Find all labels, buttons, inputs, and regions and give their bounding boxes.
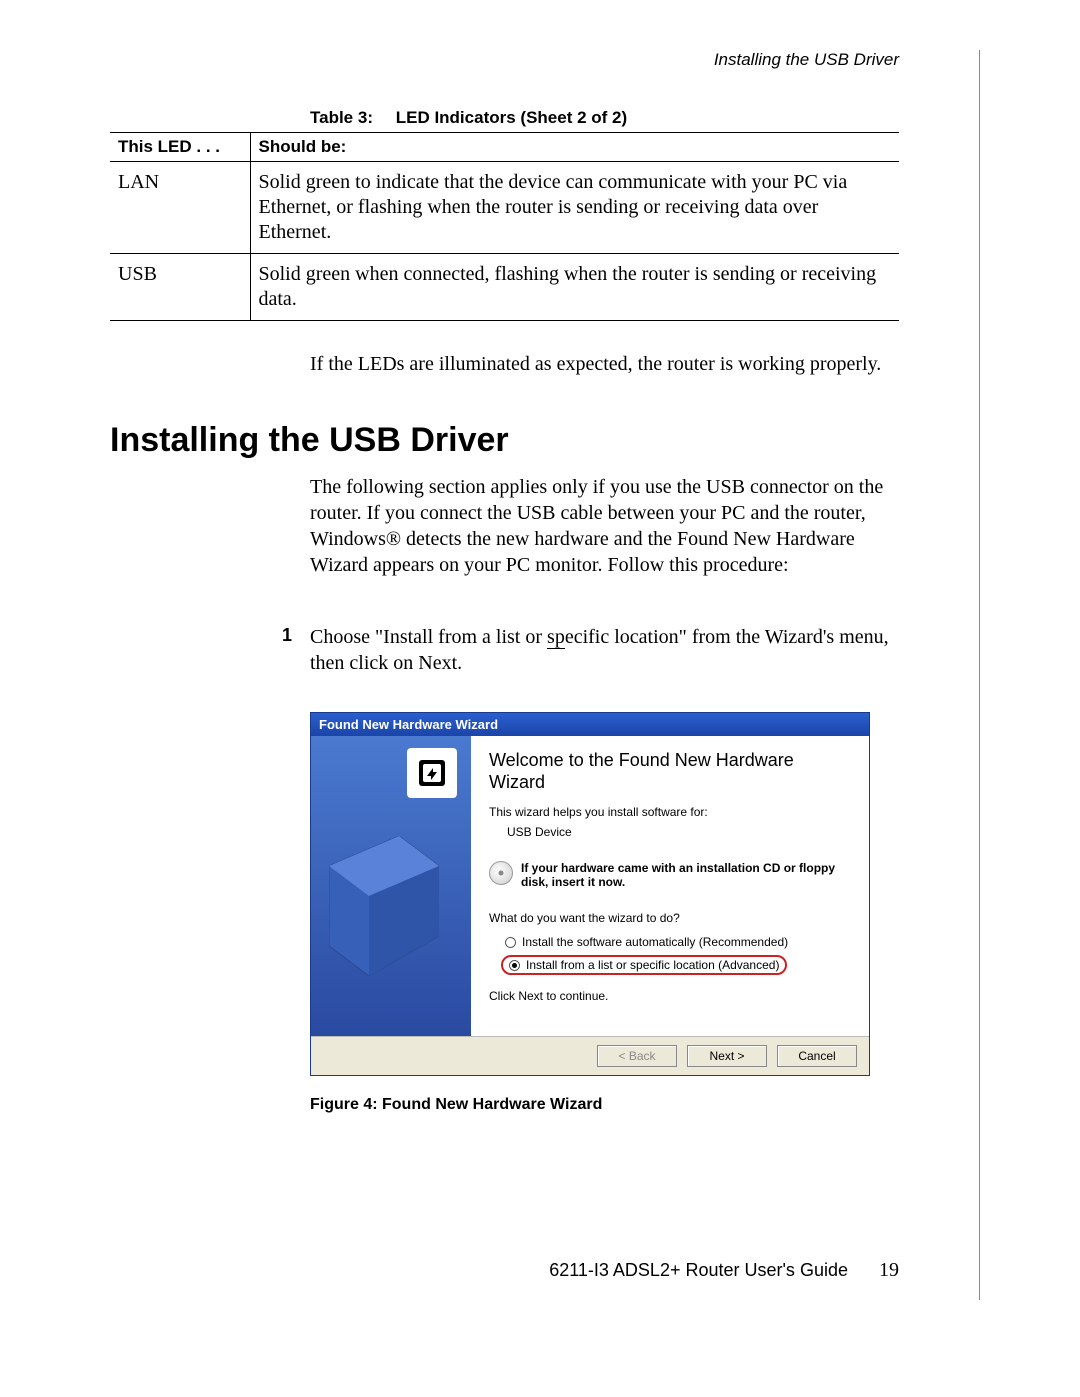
footer-page-number: 19: [879, 1259, 899, 1281]
table-caption: Table 3: LED Indicators (Sheet 2 of 2): [310, 108, 899, 128]
table-row: LAN Solid green to indicate that the dev…: [110, 162, 899, 254]
table-caption-title: LED Indicators (Sheet 2 of 2): [396, 108, 627, 127]
wizard-click-next: Click Next to continue.: [489, 989, 851, 1003]
wizard-sidebar: [311, 736, 471, 1036]
hardware-icon: [407, 748, 457, 798]
table-row: USB Solid green when connected, flashing…: [110, 254, 899, 321]
step-1: 1 Choose "Install from a list or specifi…: [310, 624, 899, 676]
step-text-a: Choose "Install from a list or: [310, 626, 547, 648]
radio-icon: [509, 960, 520, 971]
section-heading: Installing the USB Driver: [110, 421, 899, 460]
wizard-titlebar: Found New Hardware Wizard: [311, 713, 869, 736]
figure-caption: Figure 4: Found New Hardware Wizard: [310, 1096, 899, 1114]
step-number: 1: [282, 624, 292, 647]
back-button: < Back: [597, 1045, 677, 1067]
running-head: Installing the USB Driver: [110, 50, 899, 70]
wizard-options: Install the software automatically (Reco…: [501, 933, 851, 975]
wizard-device: USB Device: [507, 825, 851, 839]
th-shouldbe: Should be:: [250, 133, 899, 162]
wizard-question: What do you want the wizard to do?: [489, 911, 851, 925]
wizard-option-specific[interactable]: Install from a list or specific location…: [501, 955, 787, 975]
after-table-paragraph: If the LEDs are illuminated as expected,…: [310, 351, 899, 377]
led-table: This LED . . . Should be: LAN Solid gree…: [110, 132, 899, 321]
wizard-body: Welcome to the Found New Hardware Wizard…: [311, 736, 869, 1036]
sidebar-graphic: [329, 836, 439, 976]
cell-led: USB: [110, 254, 250, 321]
wizard-cd-text: If your hardware came with an installati…: [521, 861, 851, 889]
wizard-button-row: < Back Next > Cancel: [311, 1036, 869, 1075]
step-text-spec: sp: [547, 626, 565, 649]
next-button[interactable]: Next >: [687, 1045, 767, 1067]
page-footer: 6211-I3 ADSL2+ Router User's Guide 19: [549, 1259, 899, 1282]
wizard-cd-note: If your hardware came with an installati…: [489, 861, 851, 889]
radio-icon: [505, 937, 516, 948]
wizard-heading: Welcome to the Found New Hardware Wizard: [489, 750, 851, 793]
cell-led: LAN: [110, 162, 250, 254]
th-led: This LED . . .: [110, 133, 250, 162]
cd-icon: [489, 861, 513, 885]
cell-desc: Solid green to indicate that the device …: [250, 162, 899, 254]
table-caption-label: Table 3:: [310, 108, 373, 128]
wizard-intro: This wizard helps you install software f…: [489, 805, 851, 819]
wizard-option-specific-label: Install from a list or specific location…: [526, 958, 779, 972]
cancel-button[interactable]: Cancel: [777, 1045, 857, 1067]
wizard-main: Welcome to the Found New Hardware Wizard…: [471, 736, 869, 1036]
wizard-option-auto[interactable]: Install the software automatically (Reco…: [501, 933, 851, 951]
footer-doc-title: 6211-I3 ADSL2+ Router User's Guide: [549, 1260, 848, 1280]
wizard-option-auto-label: Install the software automatically (Reco…: [522, 935, 788, 949]
cell-desc: Solid green when connected, flashing whe…: [250, 254, 899, 321]
section-paragraph: The following section applies only if yo…: [310, 474, 899, 578]
wizard-dialog: Found New Hardware Wizard Welcome to: [310, 712, 870, 1076]
